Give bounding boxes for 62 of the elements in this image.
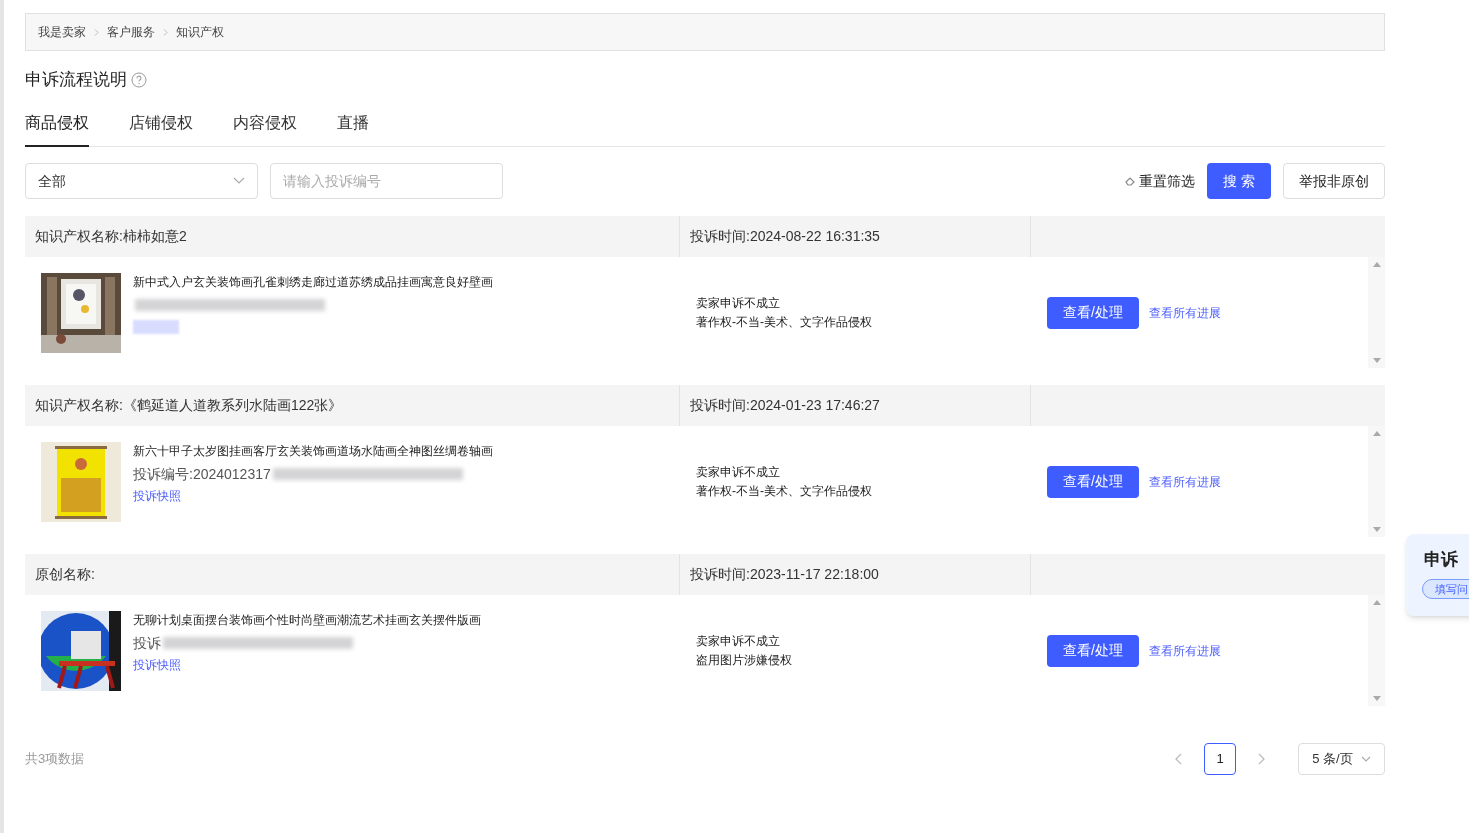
complaint-number: 投诉 [133, 633, 161, 653]
tab[interactable]: 直播 [337, 111, 369, 147]
complaint-reason: 著作权-不当-美术、文字作品侵权 [696, 482, 873, 500]
reset-filter-button[interactable]: 重置筛选 [1125, 170, 1195, 192]
product-title[interactable]: 新中式入户玄关装饰画孔雀刺绣走廊过道苏绣成品挂画寓意良好壁画 [133, 273, 493, 291]
complaint-reason: 盗用图片涉嫌侵权 [696, 651, 793, 669]
breadcrumb-link[interactable]: 知识产权 [176, 23, 224, 41]
chevron-right-icon [163, 28, 168, 36]
next-page-icon[interactable] [1256, 753, 1266, 765]
chevron-down-icon [233, 177, 245, 185]
search-button[interactable]: 搜 索 [1207, 163, 1271, 199]
complaint-status: 卖家申诉不成立 [696, 632, 781, 650]
chevron-right-icon [94, 28, 99, 36]
complaint-time: 投诉时间:2024-01-23 17:46:27 [690, 396, 880, 415]
page-size-select[interactable]: 5 条/页 [1298, 743, 1385, 775]
scroll-down-icon[interactable] [1372, 358, 1381, 363]
scroll-up-icon[interactable] [1372, 431, 1381, 436]
progress-link[interactable]: 查看所有进展 [1149, 472, 1221, 491]
complaint-time: 投诉时间:2024-08-22 16:31:35 [690, 227, 880, 246]
ip-name: 知识产权名称:柿柿如意2 [35, 227, 187, 246]
widget-title: 申诉 [1424, 549, 1459, 571]
ip-name: 原创名称: [35, 565, 95, 584]
snapshot-link[interactable]: 投诉快照 [133, 656, 181, 674]
view-process-button[interactable]: 查看/处理 [1047, 296, 1139, 329]
redaction-blur [133, 320, 179, 334]
view-process-button[interactable]: 查看/处理 [1047, 634, 1139, 667]
widget-button[interactable]: 填写问 [1422, 578, 1469, 599]
type-select[interactable]: 全部 [25, 163, 258, 199]
report-button[interactable]: 举报非原创 [1283, 163, 1385, 199]
complaint-reason: 著作权-不当-美术、文字作品侵权 [696, 313, 873, 331]
eraser-icon [1125, 176, 1135, 186]
complaint-number: 投诉编号:2024012317 [133, 464, 271, 484]
scrollbar[interactable] [1368, 595, 1385, 706]
total-count: 共3项数据 [25, 750, 85, 769]
snapshot-link[interactable]: 投诉快照 [133, 487, 181, 505]
scroll-down-icon[interactable] [1372, 527, 1381, 532]
floating-widget[interactable]: 申诉 填写问 [1406, 534, 1469, 616]
tab[interactable]: 店铺侵权 [129, 111, 193, 147]
scroll-up-icon[interactable] [1372, 600, 1381, 605]
scroll-up-icon[interactable] [1372, 262, 1381, 267]
view-process-button[interactable]: 查看/处理 [1047, 465, 1139, 498]
page-button[interactable]: 1 [1204, 743, 1236, 775]
search-field[interactable]: 请输入投诉编号 [270, 163, 503, 199]
scrollbar[interactable] [1368, 426, 1385, 537]
chevron-down-icon [1360, 756, 1371, 762]
help-icon[interactable] [131, 72, 147, 88]
complaint-status: 卖家申诉不成立 [696, 294, 781, 312]
complaint-status: 卖家申诉不成立 [696, 463, 781, 481]
ip-name: 知识产权名称:《鹤延道人道教系列水陆画122张》 [35, 396, 343, 415]
previous-page-icon[interactable] [1174, 753, 1184, 765]
breadcrumb-link[interactable]: 客户服务 [107, 23, 155, 41]
tab[interactable]: 商品侵权 [25, 111, 89, 147]
product-title[interactable]: 无聊计划桌面摆台装饰画个性时尚壁画潮流艺术挂画玄关摆件版画 [133, 611, 481, 629]
tab[interactable]: 内容侵权 [233, 111, 297, 147]
page-title: 申诉流程说明 [25, 69, 127, 92]
complaint-time: 投诉时间:2023-11-17 22:18:00 [690, 565, 879, 584]
progress-link[interactable]: 查看所有进展 [1149, 303, 1221, 322]
product-title[interactable]: 新六十甲子太岁图挂画客厅玄关装饰画道场水陆画全神图丝绸卷轴画 [133, 442, 493, 460]
scroll-down-icon[interactable] [1372, 696, 1381, 701]
scrollbar[interactable] [1368, 257, 1385, 368]
breadcrumb-link[interactable]: 我是卖家 [38, 23, 86, 41]
progress-link[interactable]: 查看所有进展 [1149, 641, 1221, 660]
